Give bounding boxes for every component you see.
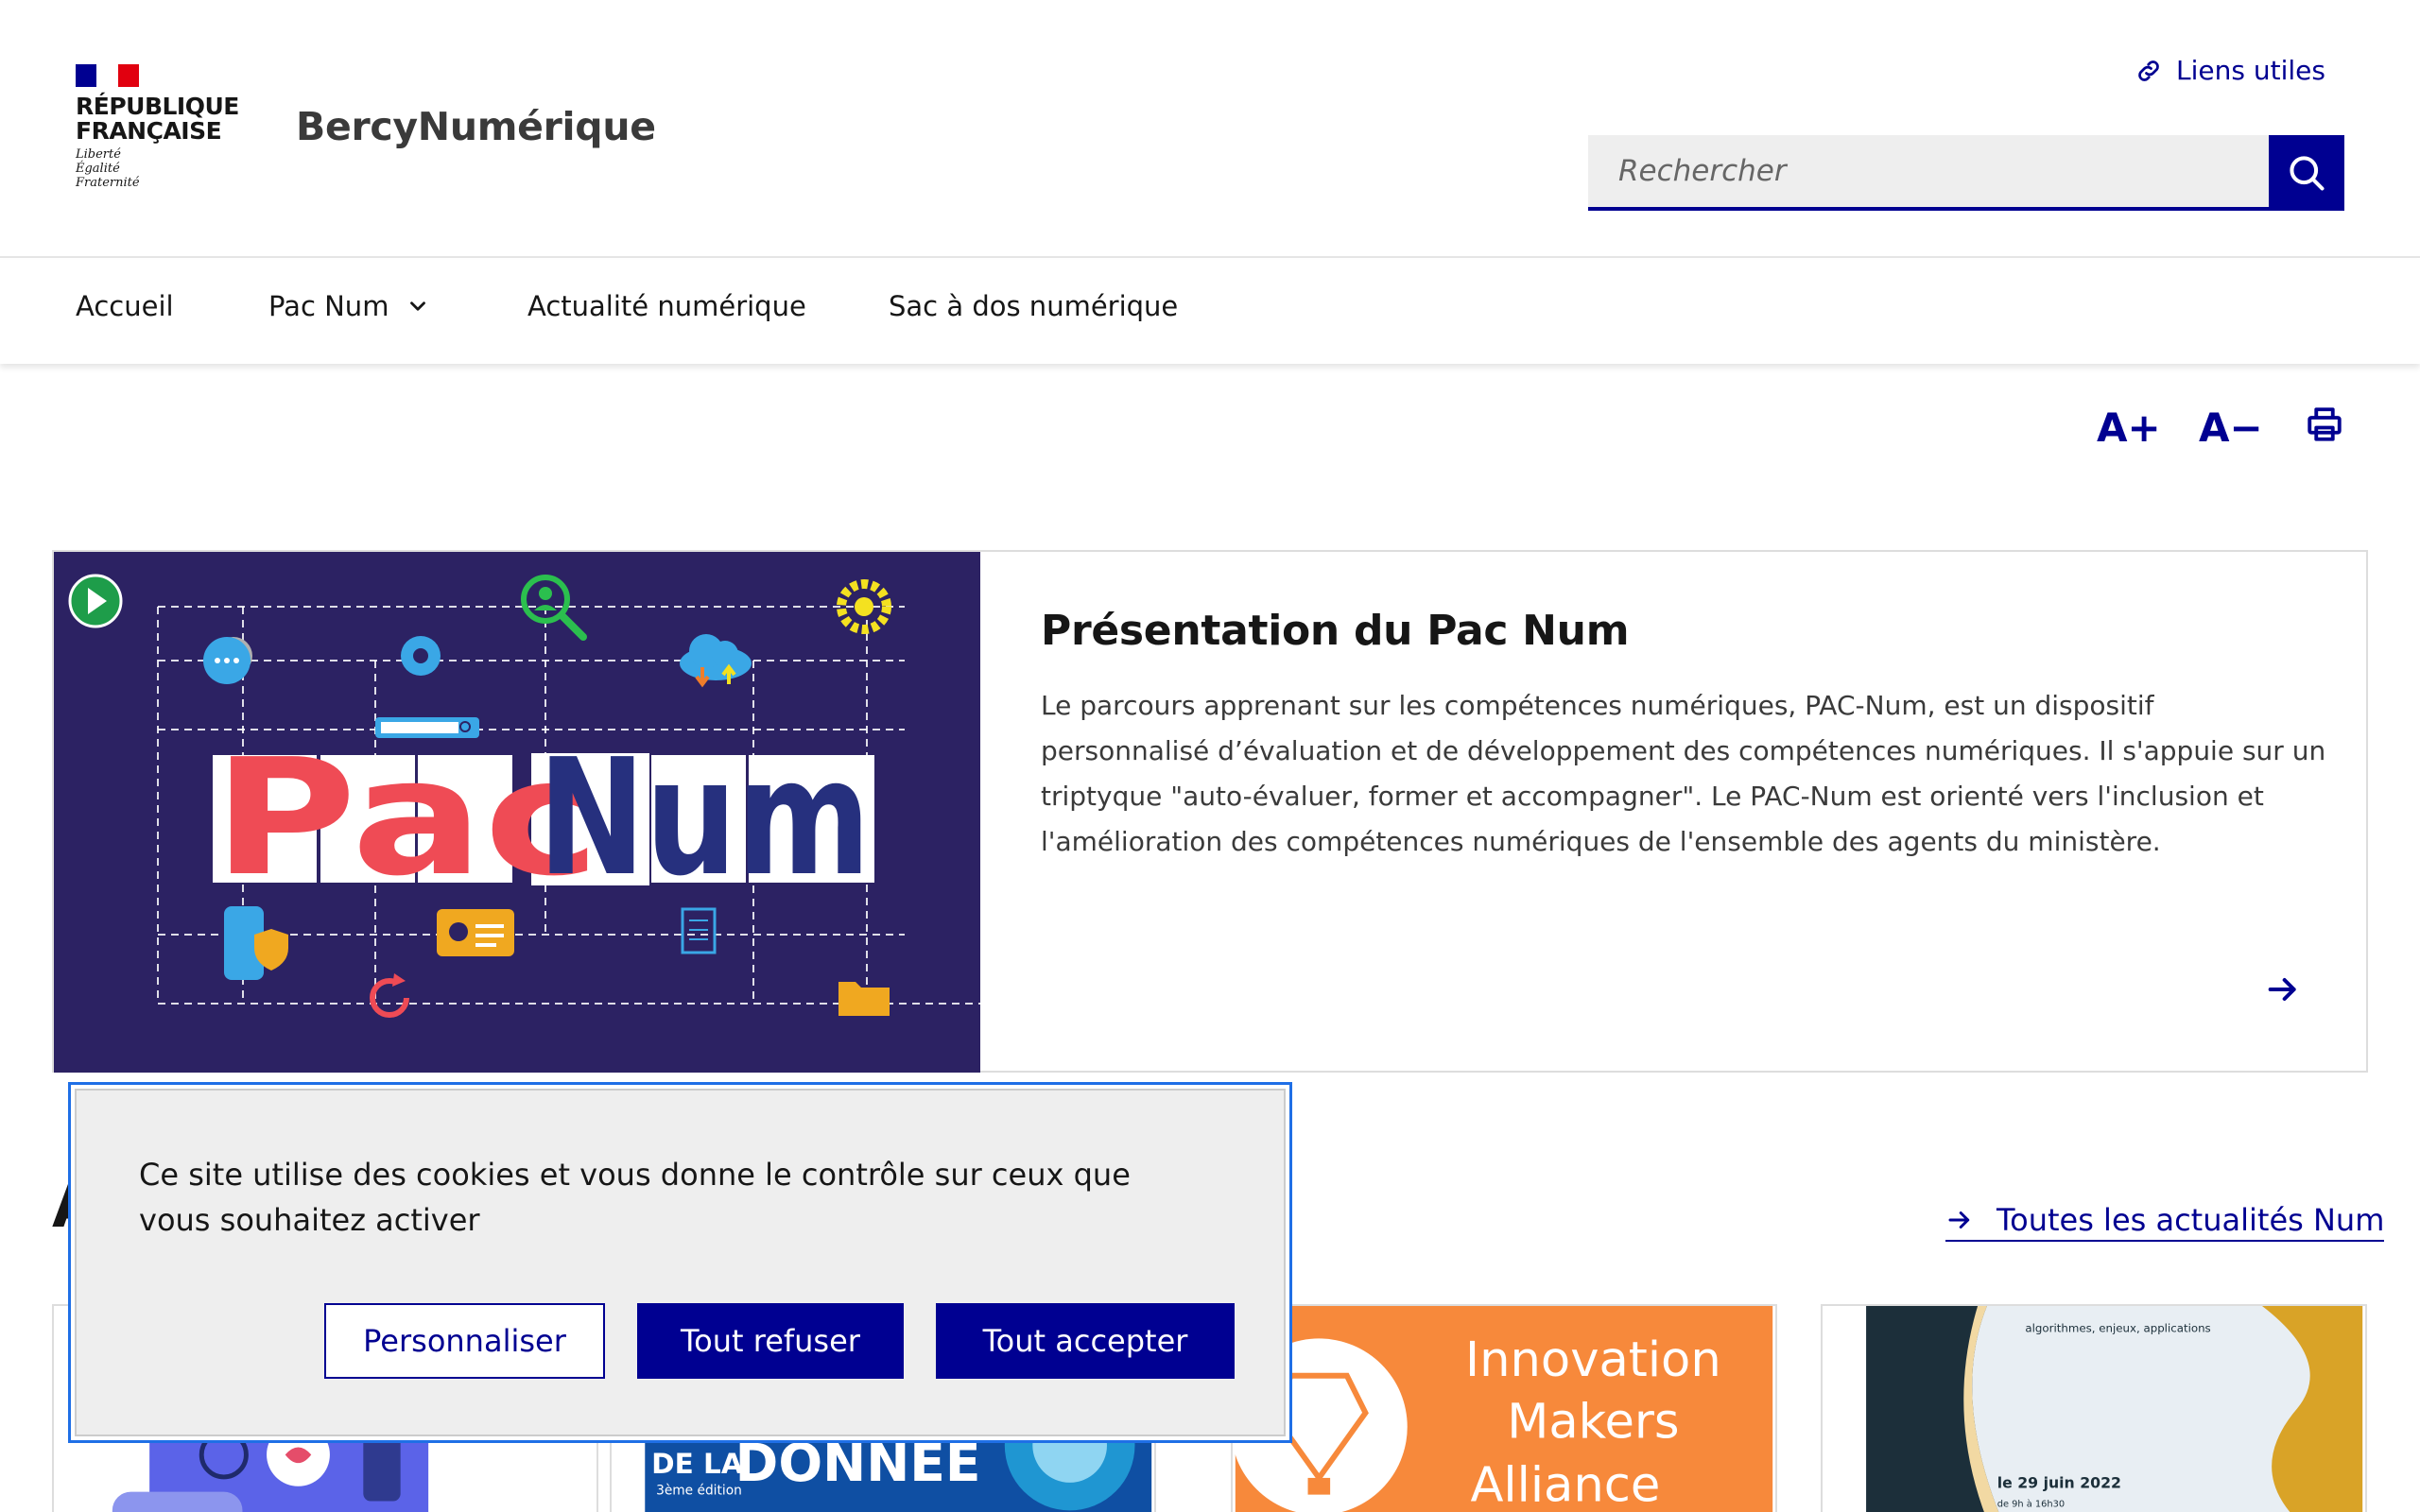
search-icon <box>2290 156 2325 191</box>
nav-item-label: Sac à dos numérique <box>889 290 1179 322</box>
pac-num-illustration-svg: Pac Num <box>68 574 980 1018</box>
site-title[interactable]: BercyNumérique <box>296 104 656 149</box>
decrease-font-label: A− <box>2199 404 2263 451</box>
search-bar <box>1588 135 2344 211</box>
cookie-refuse-all-button[interactable]: Tout refuser <box>637 1303 904 1379</box>
chat-bubble-icon <box>203 637 252 684</box>
card-text-date: le 29 juin 2022 <box>1997 1474 2121 1492</box>
card-text-innovation: Innovation <box>1465 1332 1721 1388</box>
cookie-banner: Ce site utilise des cookies et vous donn… <box>68 1082 1292 1443</box>
play-icon <box>68 574 123 628</box>
nav-item-label: Actualité numérique <box>527 290 806 322</box>
news-card[interactable]: algorithmes, enjeux, applications le 29 … <box>1821 1304 2367 1512</box>
cookie-personalize-button[interactable]: Personnaliser <box>324 1303 605 1379</box>
id-card-icon <box>437 909 514 956</box>
cookie-banner-panel: Ce site utilise des cookies et vous donn… <box>75 1089 1286 1436</box>
devise-liberte: Liberté <box>76 147 121 162</box>
nav-item-actualite-numerique[interactable]: Actualité numérique <box>527 290 806 322</box>
increase-font-label: A+ <box>2097 404 2161 451</box>
card-text-hours: de 9h à 16h30 <box>1997 1498 2065 1509</box>
folder-icon <box>838 982 890 1016</box>
card-text-edition: 3ème édition <box>656 1484 742 1499</box>
card-text-alliance: Alliance <box>1470 1458 1660 1512</box>
refresh-icon <box>370 973 409 1018</box>
pac-num-feature-card[interactable]: Pac Num Présentation du Pac Num Le parco… <box>52 550 2368 1073</box>
arrow-right-icon[interactable] <box>2264 971 2302 1008</box>
tricolor-flag-icon <box>76 64 139 87</box>
pac-num-illustration: Pac Num <box>54 552 980 1073</box>
phone-shield-icon <box>224 906 288 980</box>
cloud-icon <box>680 634 752 688</box>
feature-description: Le parcours apprenant sur les compétence… <box>1041 690 2326 857</box>
cookie-accept-all-button[interactable]: Tout accepter <box>936 1303 1235 1379</box>
logo-name-line1: RÉPUBLIQUE <box>76 93 239 120</box>
printer-icon <box>2308 407 2342 441</box>
liens-utiles-label: Liens utiles <box>2176 55 2325 86</box>
feature-title[interactable]: Présentation du Pac Num <box>1041 607 2326 655</box>
news-card-image: algorithmes, enjeux, applications le 29 … <box>1824 1306 2363 1512</box>
card-text-de-la: DE LA <box>651 1448 743 1480</box>
search-button[interactable] <box>2269 135 2344 211</box>
site-header: RÉPUBLIQUE FRANÇAISE Liberté Égalité Fra… <box>0 0 2420 258</box>
liens-utiles-link[interactable]: Liens utiles <box>2135 55 2325 86</box>
all-news-link[interactable]: Toutes les actualités Num <box>1945 1202 2385 1242</box>
main-navigation: Accueil Pac Num Actualité numérique Sac … <box>0 260 2420 364</box>
devise-fraternite: Fraternité <box>76 176 140 190</box>
link-icon <box>2138 60 2159 81</box>
chevron-down-icon <box>410 301 426 311</box>
increase-font-button[interactable]: A+ <box>2097 404 2161 451</box>
arrow-right-icon <box>1948 1211 1970 1228</box>
feature-body: Présentation du Pac Num Le parcours appr… <box>1041 607 2326 865</box>
search-input[interactable] <box>1588 135 2269 211</box>
republique-francaise-logo[interactable]: RÉPUBLIQUE FRANÇAISE Liberté Égalité Fra… <box>76 64 246 190</box>
print-button[interactable] <box>2305 404 2344 444</box>
all-news-label: Toutes les actualités Num <box>1996 1202 2385 1238</box>
card-text-subtitle: algorithmes, enjeux, applications <box>2025 1322 2210 1335</box>
devise-egalite: Égalité <box>76 162 120 176</box>
news-card-image: Innovation Makers Alliance <box>1233 1306 1773 1512</box>
decrease-font-button[interactable]: A− <box>2199 404 2263 451</box>
logo-devise: Liberté Égalité Fraternité <box>76 147 246 190</box>
nav-item-sac-a-dos-numerique[interactable]: Sac à dos numérique <box>889 290 1178 322</box>
card-text-makers: Makers <box>1507 1395 1679 1451</box>
news-card[interactable]: Innovation Makers Alliance <box>1231 1304 1777 1512</box>
document-icon <box>681 907 717 954</box>
cookie-message: Ce site utilise des cookies et vous donn… <box>139 1157 1131 1238</box>
pac-num-logo-word-num: Num <box>538 725 871 912</box>
nav-item-label: Accueil <box>76 290 174 322</box>
nav-item-pac-num[interactable]: Pac Num <box>268 290 430 322</box>
logo-name: RÉPUBLIQUE FRANÇAISE <box>76 94 246 144</box>
logo-name-line2: FRANÇAISE <box>76 117 222 145</box>
nav-item-accueil[interactable]: Accueil <box>76 290 174 322</box>
gear-icon <box>401 636 441 676</box>
nav-item-label: Pac Num <box>268 290 389 322</box>
